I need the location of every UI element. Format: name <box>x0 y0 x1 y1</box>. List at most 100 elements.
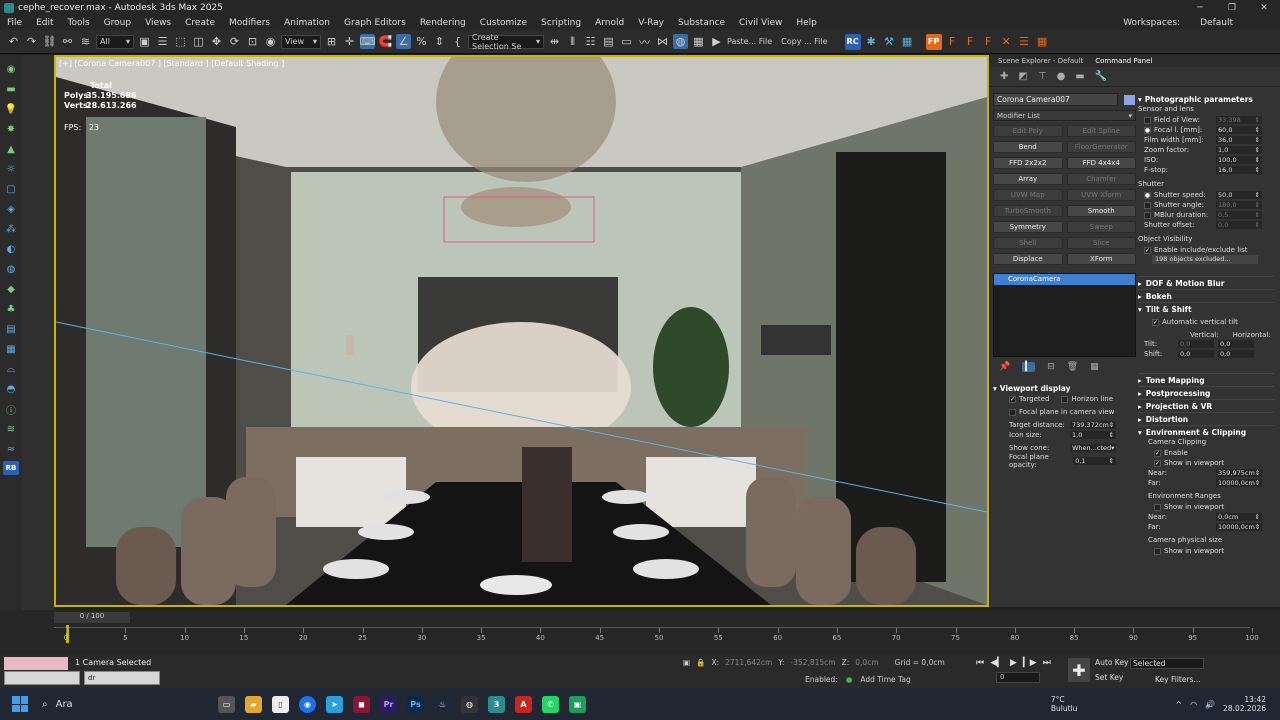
layer-explorer-icon[interactable]: ▤ <box>601 34 616 49</box>
rotate-icon[interactable]: ⟳ <box>227 34 242 49</box>
focal-plane-checkbox[interactable]: Focal plane in camera view <box>993 407 1136 417</box>
tilt-horizontal-spinner[interactable]: 0,0 <box>1218 340 1254 348</box>
create-box-icon[interactable]: ▬ <box>4 81 18 97</box>
enable-include-checkbox[interactable]: ✓ Enable include/exclude list <box>1138 245 1274 255</box>
hammer-icon[interactable]: ⚒ <box>882 34 897 49</box>
copy-file-button[interactable]: Copy ... File <box>781 37 827 46</box>
play-icon[interactable]: ▶ <box>1010 658 1017 668</box>
menu-animation[interactable]: Animation <box>277 18 337 28</box>
angle-snap-icon[interactable]: ∠ <box>396 34 411 49</box>
pivot-center-icon[interactable]: ⊞ <box>324 34 339 49</box>
create-tab-icon[interactable]: ✚ <box>1000 71 1008 82</box>
github-icon[interactable]: ◍ <box>461 695 478 713</box>
z-field[interactable]: 0,0cm <box>855 658 878 667</box>
modifier-button[interactable]: FloorGenerator <box>1066 141 1136 153</box>
select-by-name-icon[interactable]: ☰ <box>155 34 170 49</box>
app-red-icon[interactable]: ◼ <box>353 695 370 713</box>
fov-radio[interactable]: Field of View: <box>1144 115 1200 125</box>
clipping-show-viewport-checkbox[interactable]: ✓ Show in viewport <box>1148 458 1262 468</box>
move-icon[interactable]: ✥ <box>209 34 224 49</box>
create-helper-icon[interactable]: ✸ <box>4 121 18 137</box>
minimized-window-1[interactable] <box>4 671 80 685</box>
dome-icon[interactable]: ⌓ <box>4 361 18 377</box>
key-selection-dropdown[interactable]: Selected <box>1130 658 1204 669</box>
snaps-toggle-icon[interactable]: 🧲 <box>378 34 393 49</box>
photographic-header[interactable]: ▾ Photographic parameters <box>1138 93 1274 105</box>
menu-help[interactable]: Help <box>789 18 824 28</box>
file-explorer-icon[interactable]: ▰ <box>245 695 262 713</box>
modifier-button[interactable]: Symmetry <box>993 221 1063 233</box>
tree-icon[interactable]: ♣ <box>4 301 18 317</box>
far-spinner[interactable]: 10000,0cm ⇕ <box>1216 479 1262 487</box>
volume-icon[interactable]: 🔊 <box>1205 700 1215 709</box>
menu-tools[interactable]: Tools <box>61 18 97 28</box>
remove-modifier-icon[interactable]: 🗑 <box>1067 362 1078 372</box>
postprocessing-rollout-header[interactable]: ▸ Postprocessing <box>1138 386 1274 399</box>
modifier-button[interactable]: Shell <box>993 237 1063 249</box>
modifier-button[interactable]: Bend <box>993 141 1063 153</box>
lock-icon[interactable]: 🔒 <box>696 658 705 667</box>
y-field[interactable]: -352,815cm <box>790 658 835 667</box>
pin-stack-icon[interactable]: 📌 <box>999 362 1010 372</box>
modifier-button[interactable]: Displace <box>993 253 1063 265</box>
modifier-button[interactable]: FFD 2x2x2 <box>993 157 1063 169</box>
windows-start-icon[interactable] <box>12 696 28 712</box>
viewport-display-header[interactable]: ▾ Viewport display <box>993 382 1136 394</box>
clipping-enable-checkbox[interactable]: ✓ Enable <box>1148 448 1262 458</box>
menu-graph-editors[interactable]: Graph Editors <box>337 18 413 28</box>
tilt-vertical-spinner[interactable]: 0,0 <box>1178 340 1214 348</box>
env-show-viewport-checkbox[interactable]: Show in viewport <box>1148 502 1262 512</box>
viewport-label[interactable]: [+] [Corona Camera007 ] [Standard ] [Def… <box>59 59 284 68</box>
modifier-button[interactable]: Chamfer <box>1066 173 1136 185</box>
display-tab-icon[interactable]: ▬ <box>1075 71 1084 82</box>
excluded-objects-button[interactable]: 198 objects excluded... <box>1152 255 1258 264</box>
modifier-button[interactable]: Edit Spline <box>1066 125 1136 137</box>
shutter-offset-spinner[interactable]: 0,0 ⇕ <box>1216 221 1262 229</box>
workspace-selector[interactable]: Workspaces: Default <box>1116 18 1240 28</box>
tools-x-icon[interactable]: ✱ <box>864 34 879 49</box>
task-view-icon[interactable]: ▭ <box>218 695 235 713</box>
projection-vr-rollout-header[interactable]: ▸ Projection & VR <box>1138 399 1274 412</box>
unlink-icon[interactable]: ⚯ <box>60 34 75 49</box>
render-frame-icon[interactable]: ▶ <box>709 34 724 49</box>
menu-views[interactable]: Views <box>138 18 178 28</box>
maximize-button[interactable]: ❐ <box>1216 0 1248 15</box>
key-filters-button[interactable]: Key Filters... <box>1155 675 1201 684</box>
spinner-snap-icon[interactable]: ⇕ <box>432 34 447 49</box>
x-field[interactable]: 2711,642cm <box>725 658 772 667</box>
target-distance-spinner[interactable]: 739,372cm ⇕ <box>1070 421 1116 429</box>
add-time-tag-button[interactable]: Add Time Tag <box>860 675 910 684</box>
fstop-spinner[interactable]: 16,0 ⇕ <box>1216 166 1262 174</box>
rectangular-selection-icon[interactable]: ⬚ <box>173 34 188 49</box>
create-cone-icon[interactable]: ▲ <box>4 141 18 157</box>
targeted-checkbox[interactable]: ✓ Targeted <box>1009 394 1049 404</box>
close-button[interactable]: ✕ <box>1248 0 1280 15</box>
fp-tool-4-icon[interactable]: ✕ <box>999 34 1014 49</box>
menu-rendering[interactable]: Rendering <box>413 18 473 28</box>
select-manipulate-icon[interactable]: ✛ <box>342 34 357 49</box>
menu-arnold[interactable]: Arnold <box>588 18 631 28</box>
curve-editor-icon[interactable]: 〰 <box>637 34 652 49</box>
film-width-spinner[interactable]: 36,0 ⇕ <box>1216 136 1262 144</box>
selection-filter-dropdown[interactable]: All ▾ <box>96 34 134 49</box>
premiere-icon[interactable]: Pr <box>380 695 397 713</box>
make-unique-icon[interactable]: ⊟ <box>1047 362 1055 372</box>
fp-tool-5-icon[interactable]: ☰ <box>1017 34 1032 49</box>
mirror-icon[interactable]: ⇹ <box>547 34 562 49</box>
grid-blue-icon[interactable]: ▦ <box>900 34 915 49</box>
auto-key-button[interactable]: Auto Key <box>1095 658 1128 667</box>
maxscript-listener[interactable] <box>4 657 68 670</box>
rc-icon[interactable]: RC <box>844 33 861 50</box>
distortion-rollout-header[interactable]: ▸ Distortion <box>1138 412 1274 425</box>
hierarchy-tab-icon[interactable]: ⊤ <box>1038 71 1047 82</box>
show-end-result-icon[interactable]: ▎ <box>1022 362 1036 372</box>
fp-tool-1-icon[interactable]: F <box>945 34 960 49</box>
stack-item-coronacamera[interactable]: CoronaCamera <box>994 274 1135 285</box>
shell-icon[interactable]: ◓ <box>4 381 18 397</box>
focal-spinner[interactable]: 60,0 ⇕ <box>1216 126 1262 134</box>
create-sphere-icon[interactable]: ◉ <box>4 61 18 77</box>
prev-frame-icon[interactable]: ◀▎ <box>990 658 1004 668</box>
menu-file[interactable]: File <box>0 18 29 28</box>
place-icon[interactable]: ◉ <box>263 34 278 49</box>
weather-widget[interactable]: 7°C Bulutlu <box>1051 695 1078 713</box>
